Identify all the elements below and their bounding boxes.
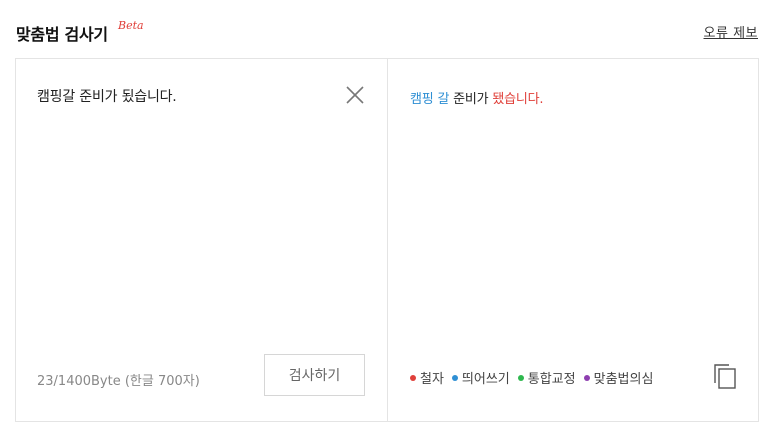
legend-dot xyxy=(517,374,524,381)
legend-item-suspect: 맞춤법의심 xyxy=(583,368,654,387)
input-textarea[interactable]: 캠핑갈 준비가 됬습니다. xyxy=(37,86,177,106)
copy-button[interactable] xyxy=(712,362,738,390)
legend-label: 맞춤법의심 xyxy=(593,372,654,387)
copy-icon xyxy=(714,364,736,389)
legend-label: 띄어쓰기 xyxy=(461,372,510,387)
legend-dot xyxy=(451,374,458,381)
page-title: 맞춤법 검사기 xyxy=(16,25,108,44)
check-button[interactable]: 검사하기 xyxy=(264,354,365,396)
panel-divider xyxy=(387,59,388,421)
header: 맞춤법 검사기 Beta 오류 제보 xyxy=(16,18,758,44)
result-text: 캠핑 갈 준비가 됐습니다. xyxy=(410,88,544,107)
result-part-spacing[interactable]: 캠핑 갈 xyxy=(410,92,449,107)
legend-label: 철자 xyxy=(420,372,444,387)
legend-label: 통합교정 xyxy=(527,372,576,387)
legend-dot xyxy=(583,374,590,381)
result-part-normal: 준비가 xyxy=(449,92,493,107)
report-error-link[interactable]: 오류 제보 xyxy=(704,22,758,41)
legend-item-combined: 통합교정 xyxy=(517,368,576,387)
beta-badge: Beta xyxy=(118,19,144,32)
close-icon xyxy=(346,86,364,104)
checker-panel: 캠핑갈 준비가 됬습니다. 23/1400Byte (한글 700자) 검사하기… xyxy=(15,58,759,422)
legend: 철자 띄어쓰기 통합교정 맞춤법의심 xyxy=(410,368,653,387)
byte-counter: 23/1400Byte (한글 700자) xyxy=(37,374,200,389)
legend-dot xyxy=(410,374,416,381)
result-part-spelling[interactable]: 됐습니다. xyxy=(492,92,543,107)
legend-item-spelling: 철자 xyxy=(410,368,444,387)
legend-item-spacing: 띄어쓰기 xyxy=(451,368,510,387)
clear-button[interactable] xyxy=(343,83,367,107)
